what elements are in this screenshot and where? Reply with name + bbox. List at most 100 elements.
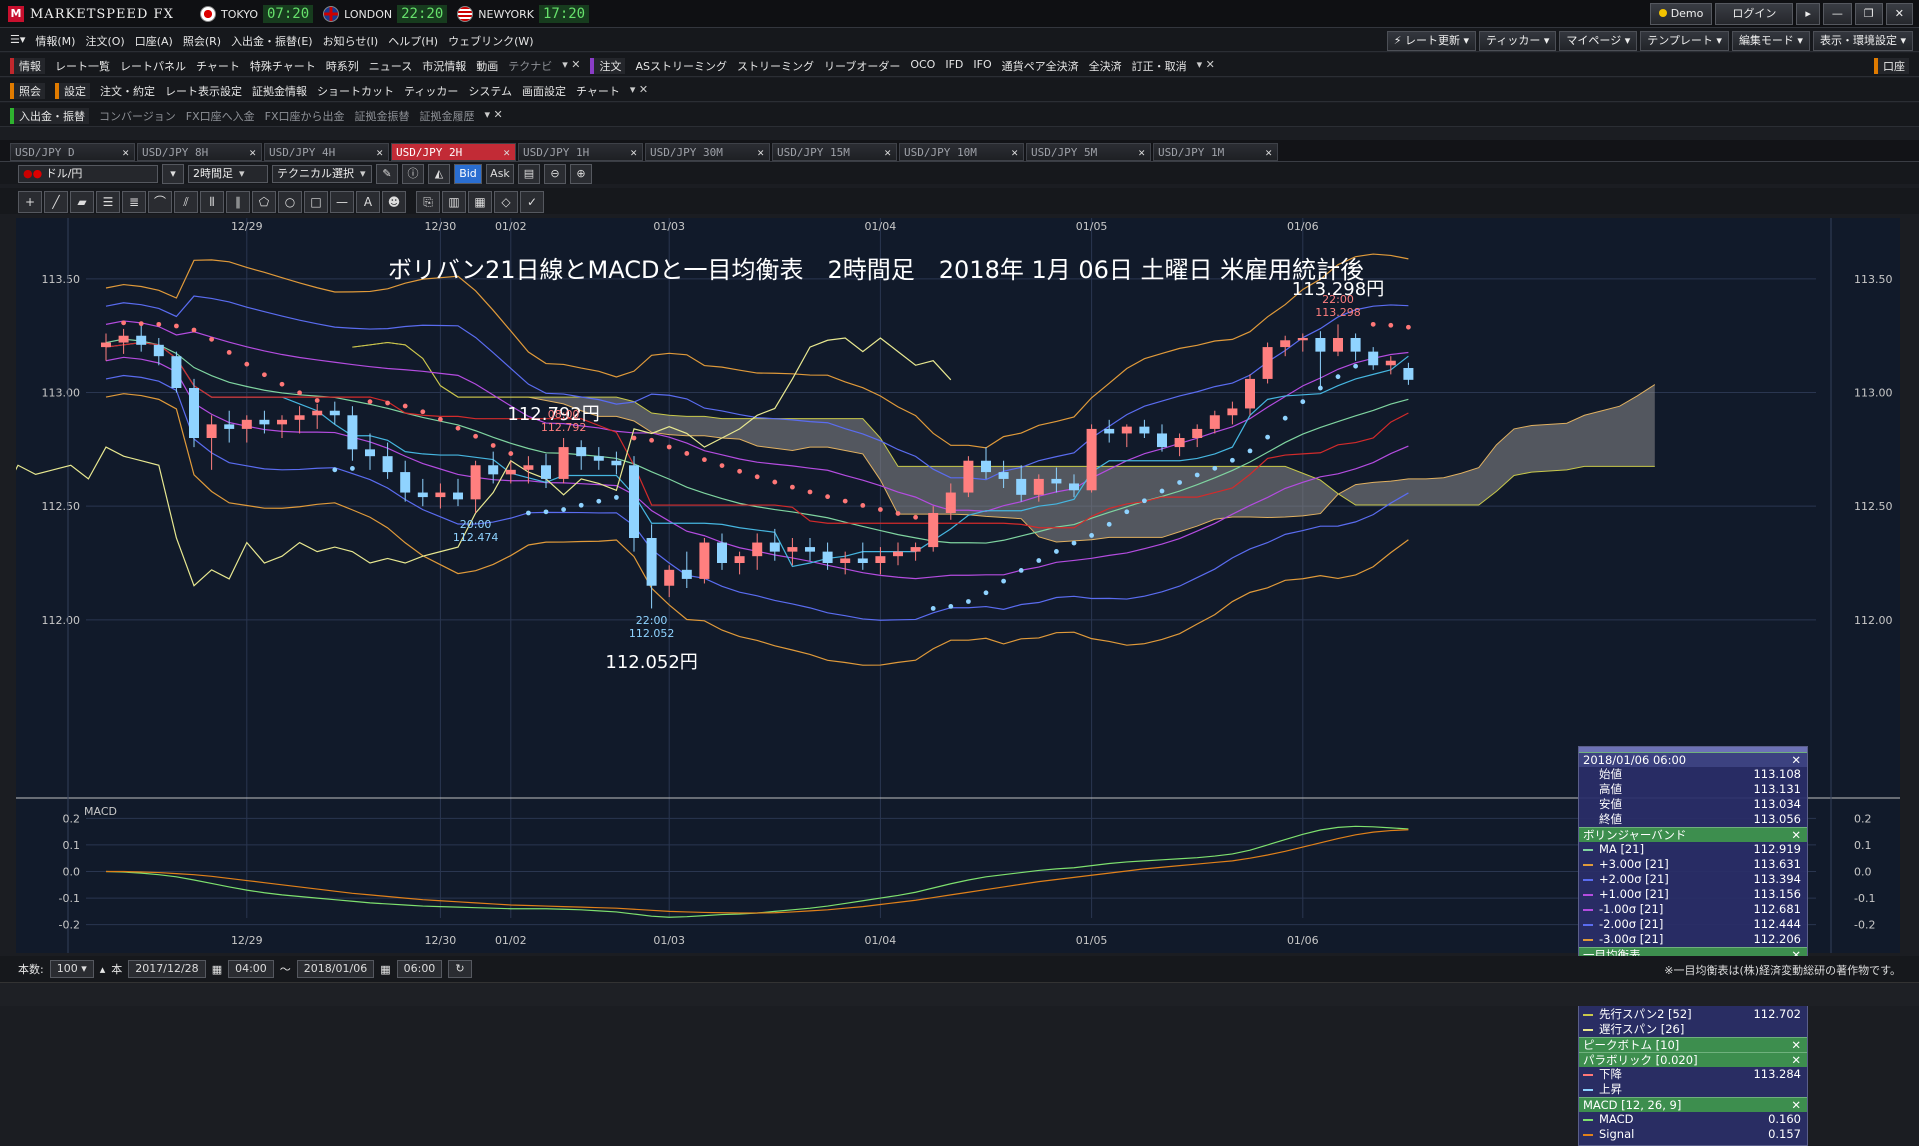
tab-close-icon[interactable]: ✕: [249, 144, 256, 162]
tool-system[interactable]: システム: [468, 83, 512, 99]
tool-market-info[interactable]: 市況情報: [422, 58, 466, 74]
tool-as-streaming[interactable]: ASストリーミング: [635, 58, 727, 74]
menu-deposit[interactable]: 入出金・振替(E): [231, 33, 313, 49]
tool-screen-settings[interactable]: 画面設定: [522, 83, 566, 99]
tool-special-chart[interactable]: 特殊チャート: [250, 58, 316, 74]
pentagon-icon[interactable]: ⬠: [252, 191, 276, 213]
crosshair-icon[interactable]: +: [18, 191, 42, 213]
tab-usdjpy-5m[interactable]: USD/JPY 5M ✕: [1026, 143, 1151, 161]
tab-usdjpy-d[interactable]: USD/JPY D ✕: [10, 143, 135, 161]
close-icon[interactable]: ✕: [1885, 3, 1913, 25]
tool-streaming[interactable]: ストリーミング: [737, 58, 814, 74]
tool-margin-transfer[interactable]: 証拠金振替: [355, 108, 410, 124]
trendline-icon[interactable]: ╱: [44, 191, 68, 213]
section-close-icon[interactable]: ✕: [1791, 1098, 1801, 1112]
rectangle-icon[interactable]: □: [304, 191, 328, 213]
count-select[interactable]: 100 ▾: [49, 960, 94, 978]
stamp-icon[interactable]: ☻: [382, 191, 406, 213]
ask-button[interactable]: Ask: [486, 164, 514, 184]
parallel-icon[interactable]: ∥: [226, 191, 250, 213]
circle-icon[interactable]: ○: [278, 191, 302, 213]
tool-video[interactable]: 動画: [476, 58, 498, 74]
start-date-field[interactable]: 2017/12/28: [128, 960, 206, 978]
tab-close-icon[interactable]: ✕: [630, 144, 637, 162]
tool-rate-panel[interactable]: レートパネル: [120, 58, 186, 74]
tab-close-icon[interactable]: ✕: [1265, 144, 1272, 162]
fan-icon[interactable]: ⌒: [148, 191, 172, 213]
tab-close-icon[interactable]: ✕: [757, 144, 764, 162]
start-time-field[interactable]: 04:00: [228, 960, 274, 978]
chart-window[interactable]: 113.50 113.50 113.00 113.00 112.50 112.50 112.…: [0, 218, 1900, 1146]
tab-usdjpy-8h[interactable]: USD/JPY 8H ✕: [137, 143, 262, 161]
minimize-icon[interactable]: —: [1822, 3, 1852, 25]
mypage-button[interactable]: マイページ ▾: [1559, 31, 1638, 51]
tab-usdjpy-4h[interactable]: USD/JPY 4H ✕: [264, 143, 389, 161]
menu-account[interactable]: 口座(A): [135, 33, 173, 49]
menu-help[interactable]: ヘルプ(H): [388, 33, 438, 49]
section-close-icon[interactable]: ✕: [1791, 828, 1801, 842]
bid-button[interactable]: Bid: [454, 164, 482, 184]
inquiry-group-label[interactable]: 照会: [10, 83, 45, 99]
template-button[interactable]: テンプレート ▾: [1640, 31, 1729, 51]
delete-icon[interactable]: ▦: [468, 191, 492, 213]
refresh-icon[interactable]: ↻: [448, 960, 472, 978]
currency-pair-select[interactable]: ●● ドル/円: [18, 165, 158, 183]
tool-rate-display[interactable]: レート表示設定: [165, 83, 242, 99]
eraser-icon[interactable]: ▰: [70, 191, 94, 213]
chevron-down-icon[interactable]: ▾: [162, 164, 184, 184]
hline-icon[interactable]: ☰: [96, 191, 120, 213]
group-dropdown-icon[interactable]: ▾ ✕: [630, 83, 648, 99]
technical-select[interactable]: テクニカル選択 ▾: [272, 165, 372, 183]
tab-usdjpy-2h[interactable]: USD/JPY 2H ✕: [391, 143, 516, 161]
tab-close-icon[interactable]: ✕: [884, 144, 891, 162]
count-stepper-icon[interactable]: ▴: [100, 963, 106, 976]
menu-info[interactable]: 情報(M): [35, 33, 75, 49]
tab-usdjpy-30m[interactable]: USD/JPY 30M ✕: [645, 143, 770, 161]
text-icon[interactable]: A: [356, 191, 380, 213]
tab-close-icon[interactable]: ✕: [1011, 144, 1018, 162]
tool-leave-order[interactable]: リーブオーダー: [824, 58, 900, 74]
display-settings-button[interactable]: 表示・環境設定 ▾: [1812, 31, 1913, 51]
tool-margin-info[interactable]: 証拠金情報: [252, 83, 307, 99]
tool-rate-list[interactable]: レート一覧: [55, 58, 110, 74]
group-dropdown-icon[interactable]: ▾ ✕: [562, 58, 580, 74]
zoom-in-icon[interactable]: ⊕: [570, 164, 592, 184]
tab-close-icon[interactable]: ✕: [122, 144, 129, 162]
ticker-button[interactable]: ティッカー ▾: [1479, 31, 1557, 51]
line-icon[interactable]: —: [330, 191, 354, 213]
period-select[interactable]: 2時間足 ▾: [188, 165, 268, 183]
settings-icon[interactable]: ✓: [520, 191, 544, 213]
section-close-icon[interactable]: ✕: [1791, 1053, 1801, 1067]
edit-mode-button[interactable]: 編集モード ▾: [1731, 31, 1810, 51]
vlines-icon[interactable]: ⦀: [200, 191, 224, 213]
zoom-out-icon[interactable]: ⊖: [544, 164, 566, 184]
tool-chart[interactable]: チャート: [196, 58, 240, 74]
end-date-field[interactable]: 2018/01/06: [296, 960, 375, 978]
panel-close-icon[interactable]: ✕: [1791, 753, 1801, 767]
end-time-field[interactable]: 06:00: [396, 960, 443, 978]
tab-close-icon[interactable]: ✕: [503, 144, 510, 162]
tool-timeseries[interactable]: 時系列: [326, 58, 359, 74]
tab-usdjpy-15m[interactable]: USD/JPY 15M ✕: [772, 143, 897, 161]
tool-technavi[interactable]: テクナビ: [508, 58, 552, 74]
rate-update-button[interactable]: ⚡ レート更新 ▾: [1386, 31, 1477, 51]
tab-close-icon[interactable]: ✕: [376, 144, 383, 162]
paste-icon[interactable]: ▥: [442, 191, 466, 213]
demo-button[interactable]: Demo: [1649, 3, 1713, 25]
tool-conversion[interactable]: コンバージョン: [99, 108, 176, 124]
tool-news[interactable]: ニュース: [369, 58, 412, 74]
tool-fx-withdraw[interactable]: FX口座から出金: [265, 108, 345, 124]
tool-ticker[interactable]: ティッカー: [404, 83, 458, 99]
area-chart-icon[interactable]: ◭: [428, 164, 450, 184]
tool-order-execution[interactable]: 注文・約定: [100, 83, 155, 99]
tab-close-icon[interactable]: ✕: [1138, 144, 1145, 162]
menu-inquiry[interactable]: 照会(R): [183, 33, 221, 49]
menu-order[interactable]: 注文(O): [85, 33, 124, 49]
tool-ifd[interactable]: IFD: [945, 58, 963, 74]
tool-pair-settle[interactable]: 通貨ペア全決済: [1002, 58, 1079, 74]
tool-margin-history[interactable]: 証拠金履歴: [420, 108, 475, 124]
login-arrow-icon[interactable]: ▸: [1796, 3, 1820, 25]
erase-all-icon[interactable]: ◇: [494, 191, 518, 213]
group-dropdown-icon[interactable]: ▾ ✕: [485, 108, 503, 124]
channel-icon[interactable]: ≣: [122, 191, 146, 213]
